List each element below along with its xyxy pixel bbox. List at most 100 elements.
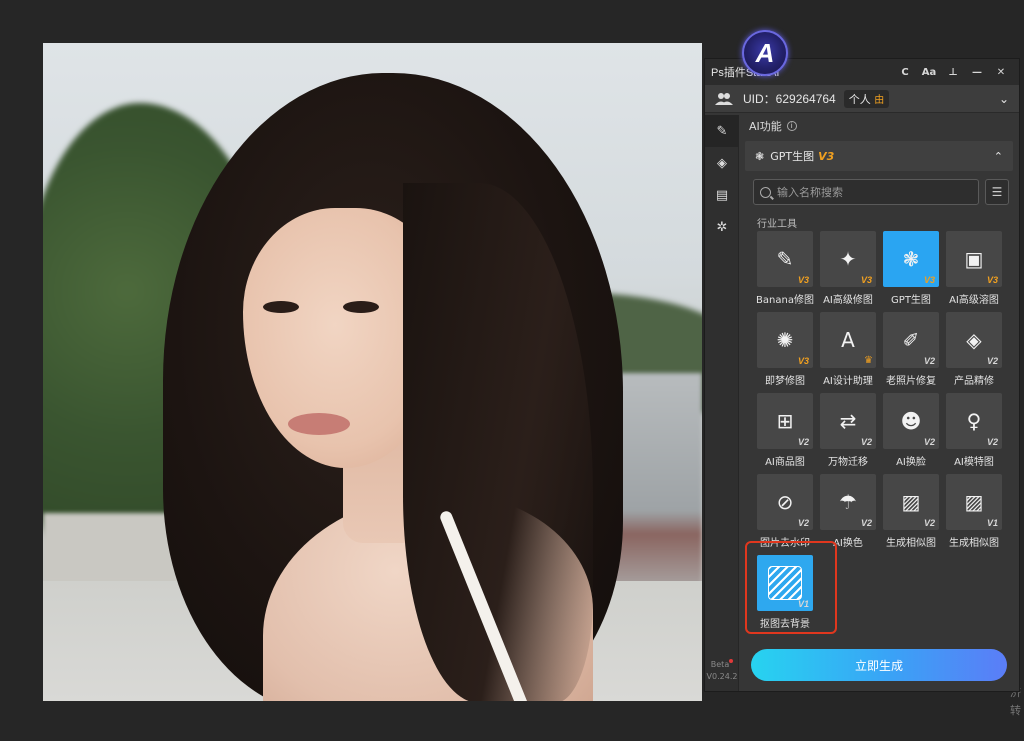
gpt-group-header[interactable]: ❃ GPT生图 V3 ⌃ xyxy=(745,141,1013,171)
clipboard-icon[interactable]: ▤ xyxy=(705,179,739,211)
generate-button[interactable]: 立即生成 xyxy=(751,649,1007,681)
category-label: 行业工具 xyxy=(757,219,797,230)
photo-eye-left xyxy=(263,301,299,313)
version-badge: V2 xyxy=(923,518,935,528)
tool-tile[interactable]: ✐ V2 老照片修复 xyxy=(883,312,945,390)
edge-text-2: 转 xyxy=(1010,704,1021,717)
tool-tile[interactable]: ✦ V3 AI高级修图 xyxy=(820,231,882,309)
tool-icon-box[interactable]: ❃ V3 xyxy=(883,231,939,287)
search-input[interactable]: 输入名称搜索 xyxy=(753,179,979,205)
user-bar[interactable]: UID：629264764 个人 由 ⌄ xyxy=(705,85,1019,113)
similar-image-v1-icon: ▨ xyxy=(964,490,984,514)
diamond-icon: ◈ xyxy=(966,328,982,352)
tool-icon-box[interactable]: ▨ V1 xyxy=(946,474,1002,530)
gpt-group-version: V3 xyxy=(818,149,835,163)
tool-label: Banana修图 xyxy=(756,295,814,306)
model-person-icon: ♀ xyxy=(966,409,982,433)
version-badge: V3 xyxy=(797,356,809,366)
photo-lips xyxy=(288,413,350,435)
uid-text: UID：629264764 xyxy=(743,92,836,106)
chevron-down-icon[interactable]: ⌄ xyxy=(999,92,1009,106)
layers-icon[interactable]: ◈ xyxy=(705,147,739,179)
tool-tile[interactable]: ▨ V2 生成相似图 xyxy=(883,474,945,552)
watermark-remove-icon: ⊘ xyxy=(776,490,794,514)
tool-icon-box[interactable]: ☻ V2 xyxy=(883,393,939,449)
transfer-icon: ⇄ xyxy=(839,409,857,433)
tool-label: GPT生图 xyxy=(891,295,931,306)
version-badge: V2 xyxy=(923,437,935,447)
beta-label: Beta xyxy=(710,660,730,669)
tool-icon-box[interactable]: ✦ V3 xyxy=(820,231,876,287)
tool-label: AI高级溶图 xyxy=(949,295,999,306)
tier-icon: 由 xyxy=(874,94,885,106)
tool-icon-box[interactable]: ⊘ V2 xyxy=(757,474,813,530)
tool-label: AI商品图 xyxy=(765,457,805,468)
font-size-icon[interactable]: Aa xyxy=(917,67,941,78)
tool-tile[interactable]: ❃ V3 GPT生图 xyxy=(883,231,945,309)
edit-icon[interactable]: ✎ xyxy=(705,115,739,147)
tool-icon-box[interactable]: A ♛ xyxy=(820,312,876,368)
crown-icon: ♛ xyxy=(864,355,873,366)
tool-tile[interactable]: ▨ V1 生成相似图 xyxy=(946,474,1008,552)
version-badge: V2 xyxy=(923,356,935,366)
search-placeholder: 输入名称搜索 xyxy=(777,186,843,199)
tool-icon-box[interactable]: ✺ V3 xyxy=(757,312,813,368)
tool-icon-box[interactable]: ⊞ V2 xyxy=(757,393,813,449)
version-badge: V2 xyxy=(860,518,872,528)
ai-section-title: AI功能 i xyxy=(745,115,1013,137)
tool-tile[interactable]: ☻ V2 AI换脸 xyxy=(883,393,945,471)
gpt-group-title: GPT生图 xyxy=(770,150,815,163)
tool-label: 万物迁移 xyxy=(828,457,868,468)
tool-tile[interactable]: ◈ V2 产品精修 xyxy=(946,312,1008,390)
photo-eye-right xyxy=(343,301,379,313)
gpt-knot-icon: ❃ xyxy=(755,149,765,163)
version-info: Beta V0.24.2 xyxy=(705,659,739,683)
startai-logo: A xyxy=(742,30,788,76)
tool-icon-box[interactable]: ▣ V3 xyxy=(946,231,1002,287)
tool-label: AI模特图 xyxy=(954,457,994,468)
image-edit-icon: ✎ xyxy=(776,247,794,271)
version-number: V0.24.2 xyxy=(706,672,738,681)
info-icon[interactable]: i xyxy=(786,121,797,131)
version-badge: V2 xyxy=(860,437,872,447)
tool-label: 生成相似图 xyxy=(886,538,936,549)
ai-section-label: AI功能 xyxy=(749,120,782,133)
version-badge: V3 xyxy=(923,275,935,285)
chevron-up-icon[interactable]: ⌃ xyxy=(994,150,1003,163)
users-icon xyxy=(715,92,733,106)
tier-label: 个人 xyxy=(848,92,871,106)
tool-label: AI设计助理 xyxy=(823,376,873,387)
refresh-icon[interactable]: C xyxy=(893,67,917,78)
tool-tile[interactable]: ♀ V2 AI模特图 xyxy=(946,393,1008,471)
tool-tile[interactable]: A ♛ AI设计助理 xyxy=(820,312,882,390)
settings-icon[interactable]: ✲ xyxy=(705,211,739,243)
tool-icon-box[interactable]: ◈ V2 xyxy=(946,312,1002,368)
minimize-icon[interactable]: — xyxy=(965,67,989,78)
tool-icon-box[interactable]: ⇄ V2 xyxy=(820,393,876,449)
tool-icon-box[interactable]: ✎ V3 xyxy=(757,231,813,287)
version-badge: V2 xyxy=(986,437,998,447)
gpt-knot-icon: ❃ xyxy=(902,247,920,271)
tool-tile[interactable]: ✎ V3 Banana修图 xyxy=(756,231,819,309)
tool-label: 生成相似图 xyxy=(949,538,999,549)
shopping-bag-icon: ⊞ xyxy=(776,409,794,433)
tool-tile[interactable]: ⊞ V2 AI商品图 xyxy=(757,393,819,471)
version-badge: V3 xyxy=(797,275,809,285)
list-view-icon[interactable]: ☰ xyxy=(985,179,1009,205)
tshirt-icon: ☂ xyxy=(839,490,857,514)
image-sparkle-icon: ▣ xyxy=(964,247,984,271)
planet-icon: ✺ xyxy=(776,328,794,352)
tool-icon-box[interactable]: ☂ V2 xyxy=(820,474,876,530)
tool-label: AI高级修图 xyxy=(823,295,873,306)
tool-tile[interactable]: ⇄ V2 万物迁移 xyxy=(820,393,882,471)
tool-tile[interactable]: ✺ V3 即梦修图 xyxy=(757,312,819,390)
tool-icon-box[interactable]: ▨ V2 xyxy=(883,474,939,530)
version-badge: V2 xyxy=(797,437,809,447)
tool-icon-box[interactable]: ✐ V2 xyxy=(883,312,939,368)
tool-tile[interactable]: ▣ V3 AI高级溶图 xyxy=(946,231,1008,309)
version-badge: V3 xyxy=(860,275,872,285)
tool-icon-box[interactable]: ♀ V2 xyxy=(946,393,1002,449)
pin-icon[interactable]: ⊥ xyxy=(941,67,965,78)
tier-badge: 个人 由 xyxy=(843,89,890,108)
close-icon[interactable]: ✕ xyxy=(989,67,1013,78)
